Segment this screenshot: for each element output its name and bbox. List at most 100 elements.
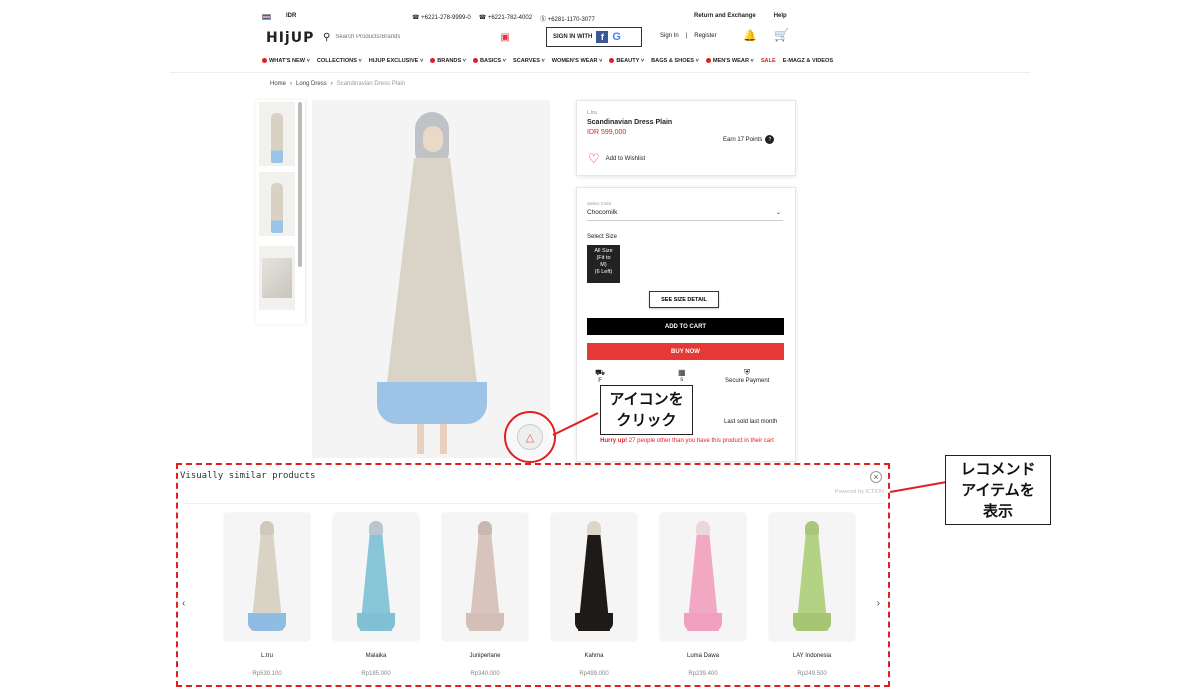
recommended-product-price: Rp499.000: [579, 671, 609, 677]
recommended-product-name[interactable]: L.tru: [222, 653, 312, 659]
hurry-prefix: Hurry up!: [600, 438, 628, 444]
red-dot-icon: [705, 58, 711, 64]
thumbnail-1[interactable]: [259, 102, 295, 166]
nav-item-10[interactable]: SALE: [761, 58, 776, 64]
recommended-product[interactable]: Luma Dawa Rp239.400: [658, 513, 748, 683]
recommended-product[interactable]: LAY Indonesia Rp249.500: [767, 513, 857, 683]
recommended-product[interactable]: Malaika Rp185.000: [331, 513, 421, 683]
cart-icon[interactable]: 🛒: [774, 28, 789, 42]
size-option-line: (6 Left): [594, 269, 613, 275]
recommended-product-name[interactable]: LAY Indonesia: [767, 653, 857, 659]
wishlist-button[interactable]: ♡ Add to Wishlist: [588, 151, 645, 167]
recommended-product-name[interactable]: Juniperlane: [440, 653, 530, 659]
see-size-detail-button[interactable]: SEE SIZE DETAIL: [649, 291, 719, 308]
buy-now-button[interactable]: BUY NOW: [587, 343, 784, 360]
feature-label: F: [598, 378, 602, 384]
thumbnail-2[interactable]: [259, 172, 295, 236]
facebook-icon[interactable]: f: [596, 31, 609, 43]
chevron-down-icon: ˅: [418, 58, 424, 64]
recommended-product-price: Rp239.400: [688, 671, 718, 677]
color-select[interactable]: Chocomilk ⌄: [587, 209, 783, 221]
recommended-product[interactable]: Juniperlane Rp340.000: [440, 513, 530, 683]
nav-item-7[interactable]: BEAUTY ˅: [609, 58, 644, 64]
nav-item-9[interactable]: MEN'S WEAR ˅: [705, 58, 754, 64]
carousel-next-icon[interactable]: ›: [877, 598, 880, 609]
recommended-product-image[interactable]: [551, 513, 637, 641]
points-help-icon[interactable]: ?: [765, 135, 775, 144]
nav-item-6[interactable]: WOMEN'S WEAR ˅: [552, 58, 603, 64]
bell-icon[interactable]: 🔔: [743, 29, 757, 42]
nav-item-8[interactable]: BAGS & SHOES ˅: [651, 58, 699, 64]
close-icon[interactable]: ×: [870, 471, 882, 483]
feature-shipping: ⛟ F: [595, 368, 605, 384]
heart-icon: ♡: [588, 151, 600, 166]
feature-returns: ▦ s: [678, 368, 686, 383]
carousel-prev-icon[interactable]: ‹: [182, 598, 185, 609]
search-icon[interactable]: ⚲: [323, 32, 330, 43]
recommended-product-image[interactable]: [333, 513, 419, 641]
phone-1: ☎ +6221-278-9999-0: [412, 15, 471, 21]
nav-item-3[interactable]: BRANDS ˅: [430, 58, 466, 64]
nav-label: BRANDS: [437, 58, 462, 64]
size-option[interactable]: All Size (Fit to M) (6 Left): [587, 245, 620, 283]
red-dot-icon: [262, 58, 267, 64]
recommended-product-image[interactable]: [660, 513, 746, 641]
chevron-down-icon: ˅: [501, 58, 506, 64]
return-exchange-link[interactable]: Return and Exchange: [694, 13, 756, 19]
recommended-product[interactable]: Kahma Rp499.000: [549, 513, 639, 683]
size-option-line: (Fit to: [596, 255, 611, 261]
feature-secure: ⛨ Secure Payment: [725, 368, 769, 384]
recommended-product-image[interactable]: [224, 513, 310, 641]
thumbnail-3[interactable]: [259, 246, 295, 310]
visual-search-icon[interactable]: △: [517, 424, 543, 450]
product-info-card: L.tru Scandinavian Dress Plain IDR 599,0…: [576, 100, 796, 176]
callout-line: アイコンを: [609, 390, 684, 408]
site-logo[interactable]: HIjUP: [266, 30, 314, 46]
thumbnail-scrollbar[interactable]: [298, 102, 302, 267]
sign-in-link[interactable]: Sign In: [660, 33, 679, 39]
breadcrumb-home[interactable]: Home: [270, 81, 286, 87]
nav-item-2[interactable]: HIJUP EXCLUSIVE ˅: [369, 58, 423, 64]
product-main-image[interactable]: [312, 100, 550, 458]
powered-by-label: Powered by ICTION: [834, 489, 884, 495]
register-link[interactable]: Register: [694, 33, 716, 39]
nav-item-4[interactable]: BASICS ˅: [473, 58, 506, 64]
google-icon[interactable]: G: [612, 31, 621, 43]
truck-icon: ⛟: [595, 368, 606, 377]
chevron-down-icon: ˅: [597, 58, 603, 64]
callout-line: クリック: [616, 411, 677, 429]
nav-item-1[interactable]: COLLECTIONS ˅: [317, 58, 362, 64]
nav-item-0[interactable]: WHAT'S NEW ˅: [262, 58, 310, 64]
recommended-product[interactable]: L.tru Rp539.100: [222, 513, 312, 683]
feature-label: s: [680, 377, 684, 383]
search-input[interactable]: [335, 34, 501, 40]
recommended-product-name[interactable]: Malaika: [331, 653, 421, 659]
currency-selector[interactable]: IDR: [286, 13, 296, 19]
red-dot-icon: [430, 58, 436, 64]
chevron-down-icon: ˅: [356, 58, 362, 64]
callout-show-recommended: レコメンド アイテムを 表示: [945, 455, 1051, 525]
add-to-cart-button[interactable]: ADD TO CART: [587, 318, 784, 335]
camera-search-icon[interactable]: ▣: [500, 32, 509, 43]
breadcrumb-category[interactable]: Long Dress: [296, 81, 327, 87]
points-label: Earn 17 Points: [723, 136, 763, 143]
uk-flag-icon[interactable]: [262, 14, 271, 20]
social-signin: SIGN IN WITH f G: [546, 27, 642, 47]
nav-item-11[interactable]: E-MAGZ & VIDEOS: [783, 58, 833, 64]
help-link[interactable]: Help: [774, 13, 787, 19]
nav-label: COLLECTIONS: [316, 58, 357, 64]
recommended-product-image[interactable]: [442, 513, 528, 641]
breadcrumb-sep: ›: [290, 81, 293, 87]
chevron-down-icon: ˅: [639, 58, 645, 64]
product-brand[interactable]: L.tru: [587, 110, 785, 116]
auth-divider: |: [685, 33, 688, 39]
breadcrumb-current: Scandinavian Dress Plain: [336, 81, 406, 87]
thumbnail-strip: [256, 100, 306, 324]
nav-divider: [170, 72, 1030, 73]
recommended-product-name[interactable]: Luma Dawa: [658, 653, 748, 659]
recommended-product-image[interactable]: [769, 513, 855, 641]
recommended-product-name[interactable]: Kahma: [549, 653, 639, 659]
chevron-down-icon: ˅: [461, 58, 467, 64]
nav-item-5[interactable]: SCARVES ˅: [513, 58, 545, 64]
chevron-down-icon: ⌄: [775, 210, 781, 216]
